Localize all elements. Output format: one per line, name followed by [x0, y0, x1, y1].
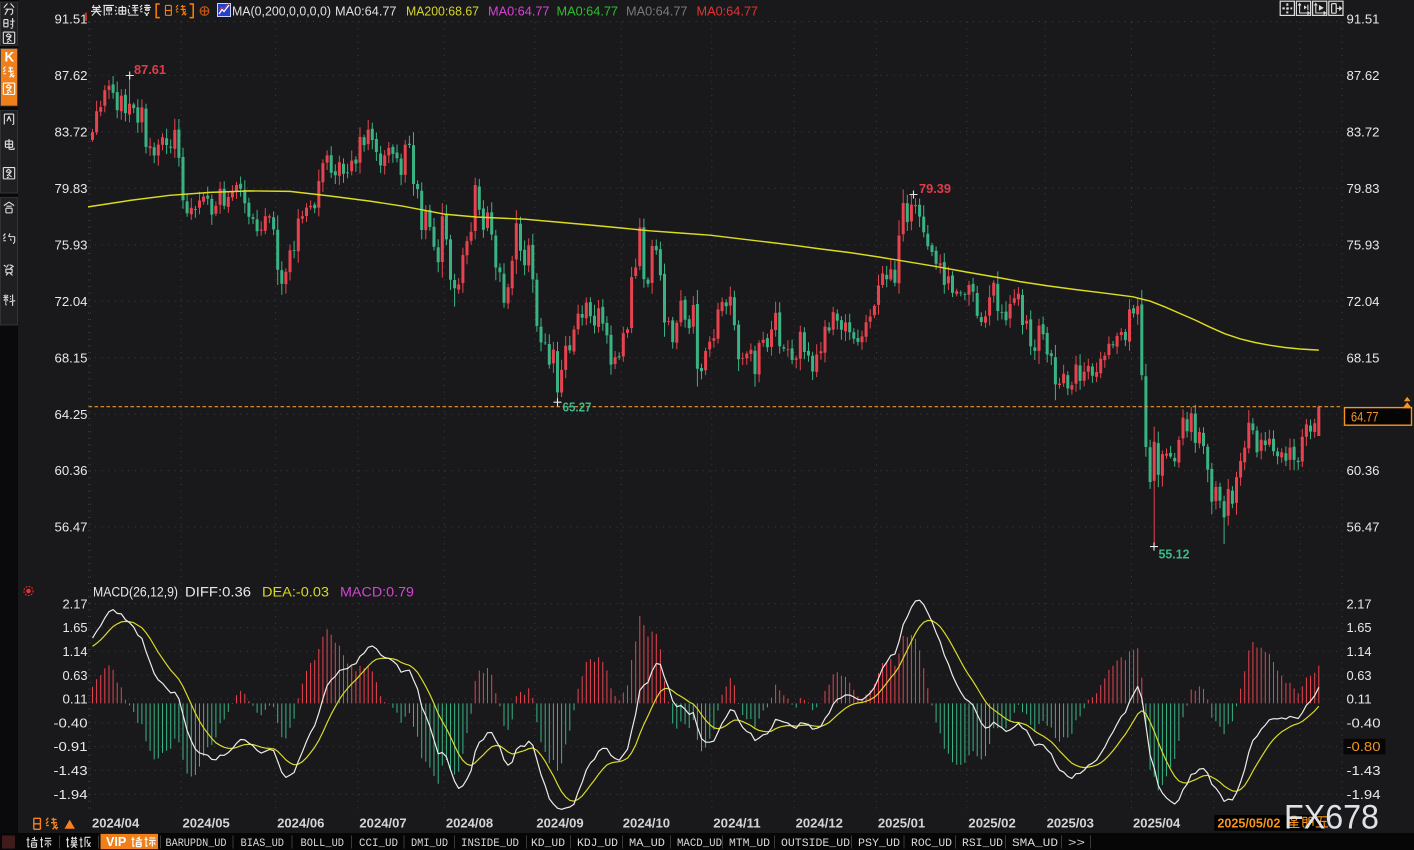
svg-text:2024/10: 2024/10 — [623, 816, 670, 831]
svg-text:MACD(26,12,9): MACD(26,12,9) — [93, 585, 178, 600]
svg-text:91.51: 91.51 — [55, 12, 88, 27]
svg-text:BIAS_UD: BIAS_UD — [241, 838, 285, 850]
svg-text:MA(0,200,0,0,0,0): MA(0,200,0,0,0,0) — [232, 4, 331, 19]
svg-text:2024/08: 2024/08 — [446, 816, 493, 831]
svg-text:-1.43: -1.43 — [1347, 763, 1381, 778]
svg-text:-0.40: -0.40 — [54, 715, 88, 730]
svg-text:-0.40: -0.40 — [1347, 715, 1381, 730]
svg-text:2024/07: 2024/07 — [359, 816, 406, 831]
svg-text:1.65: 1.65 — [1347, 620, 1372, 635]
svg-text:64.77: 64.77 — [1351, 408, 1379, 424]
svg-text:2025/05/02: 2025/05/02 — [1217, 816, 1280, 831]
svg-text:MA0:64.77: MA0:64.77 — [557, 4, 619, 19]
svg-text:65.27: 65.27 — [563, 400, 592, 415]
svg-text:-0.91: -0.91 — [54, 739, 88, 754]
svg-text:60.36: 60.36 — [1347, 463, 1380, 478]
svg-text:MA0:64.77: MA0:64.77 — [488, 4, 550, 19]
svg-text:0.11: 0.11 — [63, 692, 88, 707]
svg-text:2025/03: 2025/03 — [1047, 816, 1094, 831]
svg-text:BARUPDN_UD: BARUPDN_UD — [166, 838, 227, 850]
svg-text:79.83: 79.83 — [1347, 181, 1380, 196]
svg-text:68.15: 68.15 — [1347, 350, 1380, 365]
svg-text:75.93: 75.93 — [1347, 237, 1380, 252]
svg-text:MA0:64.77: MA0:64.77 — [626, 4, 688, 19]
svg-text:VIP: VIP — [106, 835, 126, 849]
svg-text:83.72: 83.72 — [55, 125, 88, 140]
svg-text:DMI_UD: DMI_UD — [411, 838, 448, 850]
svg-text:PSY_UD: PSY_UD — [858, 838, 900, 850]
svg-text:60.36: 60.36 — [55, 463, 88, 478]
svg-text:91.51: 91.51 — [1347, 12, 1380, 27]
svg-text:0.63: 0.63 — [63, 668, 88, 683]
svg-text:83.72: 83.72 — [1347, 125, 1380, 140]
svg-text:2025/04: 2025/04 — [1133, 816, 1181, 831]
svg-text:-1.94: -1.94 — [54, 787, 88, 802]
svg-text:MA0:64.77: MA0:64.77 — [697, 4, 759, 19]
svg-text:-1.43: -1.43 — [54, 763, 88, 778]
svg-text:2024/06: 2024/06 — [277, 816, 324, 831]
svg-text:2.17: 2.17 — [63, 596, 88, 611]
svg-text:55.12: 55.12 — [1159, 547, 1190, 562]
svg-text:MACD_UD: MACD_UD — [677, 838, 722, 850]
svg-text:75.93: 75.93 — [55, 237, 88, 252]
svg-text:OUTSIDE_UD: OUTSIDE_UD — [781, 838, 850, 850]
svg-text:DEA:-0.03: DEA:-0.03 — [262, 585, 329, 600]
svg-text:DIFF:0.36: DIFF:0.36 — [185, 585, 251, 600]
svg-text:INSIDE_UD: INSIDE_UD — [461, 838, 519, 850]
svg-text:0.11: 0.11 — [1347, 692, 1372, 707]
svg-text:87.62: 87.62 — [55, 68, 88, 83]
svg-text:CCI_UD: CCI_UD — [359, 838, 398, 850]
svg-text:1.14: 1.14 — [63, 644, 88, 659]
svg-text:K: K — [5, 49, 15, 64]
svg-text:2024/12: 2024/12 — [796, 816, 843, 831]
svg-text:87.61: 87.61 — [134, 62, 166, 77]
svg-text:87.62: 87.62 — [1347, 68, 1380, 83]
svg-text:KD_UD: KD_UD — [531, 838, 565, 850]
svg-text:2.17: 2.17 — [1347, 596, 1372, 611]
svg-text:72.04: 72.04 — [1347, 294, 1380, 309]
svg-text:72.04: 72.04 — [55, 294, 88, 309]
svg-text:56.47: 56.47 — [55, 520, 88, 535]
svg-text:-0.80: -0.80 — [1347, 739, 1381, 754]
svg-text:1.14: 1.14 — [1347, 644, 1372, 659]
svg-text:2025/02: 2025/02 — [968, 816, 1015, 831]
svg-text:56.47: 56.47 — [1347, 520, 1380, 535]
svg-text:64.25: 64.25 — [55, 407, 88, 422]
svg-text:2024/04: 2024/04 — [92, 816, 140, 831]
svg-text:KDJ_UD: KDJ_UD — [577, 838, 618, 850]
svg-text:2024/05: 2024/05 — [182, 816, 229, 831]
svg-text:MTM_UD: MTM_UD — [729, 838, 770, 850]
svg-text:0.63: 0.63 — [1347, 668, 1372, 683]
svg-text:2024/09: 2024/09 — [536, 816, 583, 831]
svg-text:1.65: 1.65 — [63, 620, 88, 635]
svg-text:2025/01: 2025/01 — [878, 816, 925, 831]
svg-text:ROC_UD: ROC_UD — [911, 838, 952, 850]
svg-text:MA_UD: MA_UD — [629, 838, 665, 850]
svg-text:RSI_UD: RSI_UD — [962, 838, 1003, 850]
svg-text:68.15: 68.15 — [55, 350, 88, 365]
svg-text:2024/11: 2024/11 — [713, 816, 760, 831]
svg-text:79.39: 79.39 — [919, 181, 951, 196]
svg-text:FX678: FX678 — [1284, 799, 1379, 837]
svg-text:MACD:0.79: MACD:0.79 — [340, 585, 414, 600]
svg-text:>>: >> — [1068, 838, 1085, 850]
svg-text:79.83: 79.83 — [55, 181, 88, 196]
svg-text:MA200:68.67: MA200:68.67 — [406, 4, 479, 19]
svg-text:SMA_UD: SMA_UD — [1012, 838, 1058, 850]
svg-text:MA0:64.77: MA0:64.77 — [335, 4, 397, 19]
svg-text:BOLL_UD: BOLL_UD — [301, 838, 345, 850]
